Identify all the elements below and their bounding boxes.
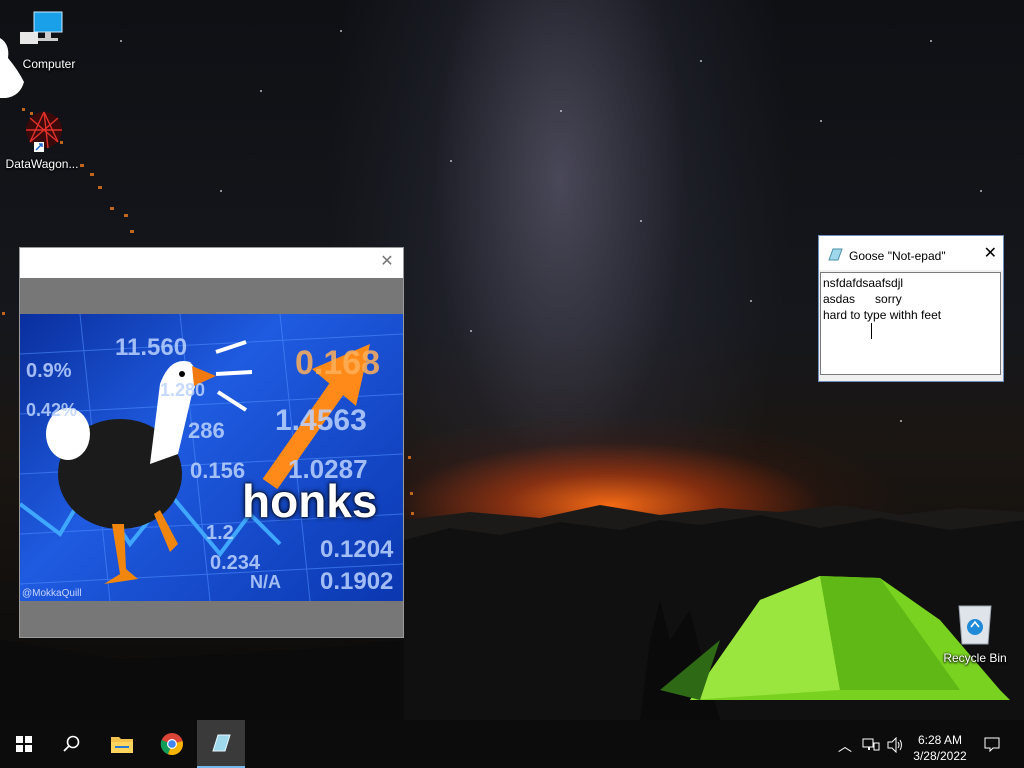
text-line: hard to type withh feet: [823, 308, 942, 322]
ticker-number: N/A: [250, 572, 281, 592]
desktop-icon-datawagon[interactable]: DataWagon...: [0, 108, 84, 171]
desktop-icon-label: DataWagon...: [5, 157, 79, 171]
clock-time: 6:28 AM: [917, 733, 963, 747]
ticker-number: 1.280: [160, 380, 206, 400]
ticker-number: 11.560: [115, 334, 188, 361]
meme-watermark: @MokkaQuill: [22, 588, 82, 599]
text-cursor: [871, 323, 872, 339]
search-icon: [63, 735, 80, 752]
goose-cursor-icon: [0, 38, 24, 98]
datawagon-icon: [26, 111, 62, 152]
chevron-up-icon[interactable]: ︿: [838, 736, 852, 756]
taskbar: ︿ 6:28 AM 3/28/2022: [0, 720, 1024, 768]
network-icon[interactable]: [862, 738, 880, 752]
notifications-icon[interactable]: [984, 736, 1000, 752]
text-line: asdas sorry: [823, 292, 902, 306]
ticker-number: 1.4563: [275, 404, 367, 437]
ticker-number: 0.42%: [26, 400, 78, 420]
notepad-title: Goose "Not-epad": [849, 249, 946, 263]
ticker-number: 0.168: [295, 344, 381, 382]
ticker-number: 1.2: [206, 522, 234, 544]
ticker-number: 286: [188, 418, 225, 443]
recycle-bin-icon: [958, 605, 992, 645]
goose-notepad-icon: [212, 734, 231, 752]
meme-image-window[interactable]: ✕ 11.560 0.9% 0.42% 286 1.4563 0.156 0.1…: [19, 247, 404, 638]
goose-notepad-window[interactable]: Goose "Not-epad" ✕ nsfdafdsaafsdjl asdas …: [818, 235, 1004, 382]
notepad-text-area[interactable]: nsfdafdsaafsdjl asdas sorry hard to type w…: [820, 272, 1001, 375]
windows-start-icon: [16, 736, 32, 752]
ticker-number: 0.156: [190, 458, 246, 483]
taskbar-goose-notepad[interactable]: [197, 720, 245, 768]
ticker-number: 0.1204: [320, 536, 394, 563]
file-explorer-icon: [111, 737, 133, 753]
meme-honks-text: honks: [242, 475, 378, 527]
taskbar-file-explorer[interactable]: [98, 720, 146, 768]
notepad-icon: [828, 248, 843, 261]
taskbar-chrome[interactable]: [148, 720, 196, 768]
notepad-titlebar[interactable]: Goose "Not-epad" ✕: [819, 236, 1003, 270]
start-button[interactable]: [0, 720, 48, 768]
close-icon[interactable]: ✕: [984, 246, 997, 262]
desktop-icon-recycle-bin[interactable]: Recycle Bin: [933, 600, 1017, 665]
ticker-number: 0.9%: [26, 360, 72, 382]
chrome-icon: [160, 733, 183, 756]
meme-window-titlebar[interactable]: ✕: [20, 248, 403, 278]
ticker-number: 0.234: [210, 552, 261, 574]
volume-icon[interactable]: [886, 737, 904, 753]
text-line: nsfdafdsaafsdjl: [823, 276, 904, 290]
desktop-icon-label: Recycle Bin: [943, 651, 1007, 665]
close-icon[interactable]: ✕: [379, 254, 395, 270]
system-clock[interactable]: 6:28 AM 3/28/2022: [910, 732, 970, 764]
clock-date: 3/28/2022: [913, 749, 967, 763]
search-button[interactable]: [48, 720, 96, 768]
ticker-number: 0.1902: [320, 568, 394, 595]
goose-stonks-meme-image: 11.560 0.9% 0.42% 286 1.4563 0.156 0.120…: [20, 314, 403, 601]
